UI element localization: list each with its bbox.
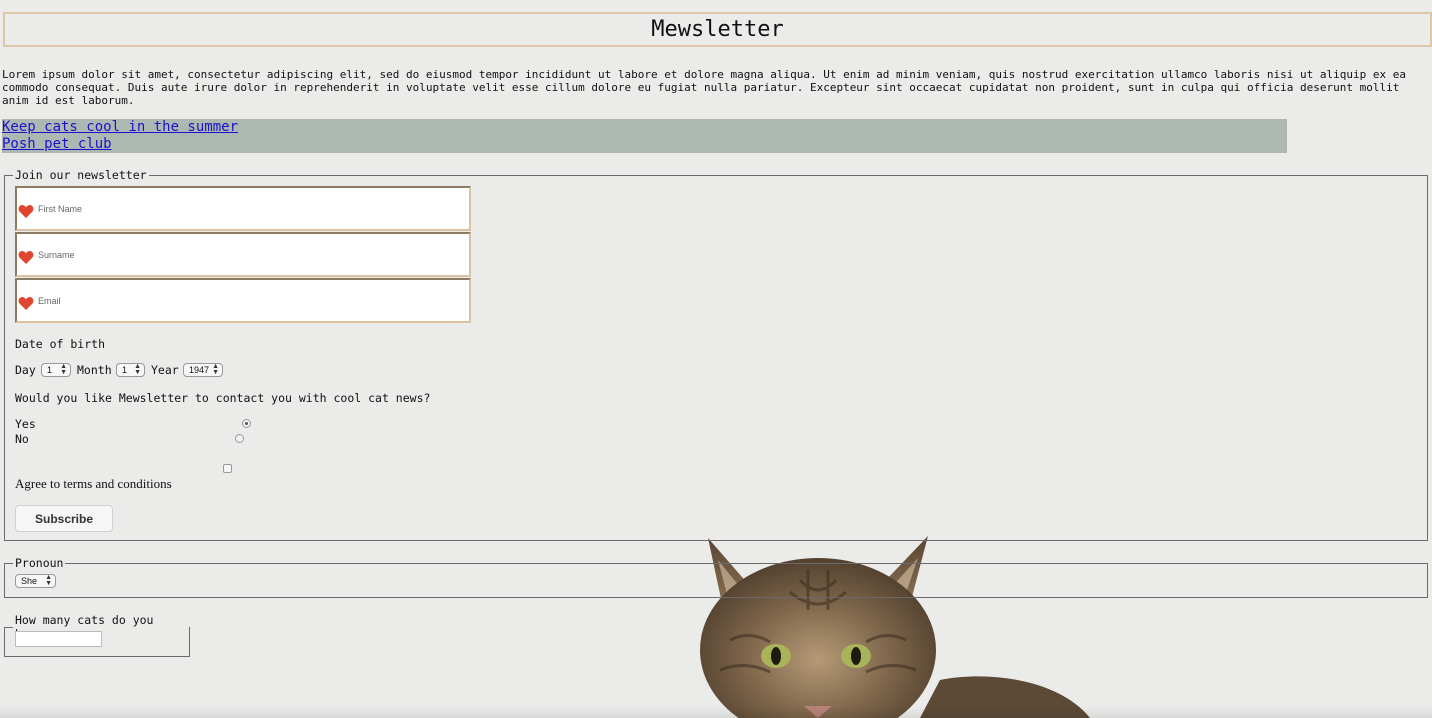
bottom-shadow bbox=[0, 706, 1432, 718]
heart-icon bbox=[18, 205, 34, 218]
nav-links: Keep cats cool in the summer Posh pet cl… bbox=[2, 119, 1287, 153]
year-select[interactable]: 1947 ▲ ▼ bbox=[183, 363, 223, 377]
select-arrows-icon: ▲ ▼ bbox=[45, 574, 52, 587]
heart-icon bbox=[18, 251, 34, 264]
year-label: Year bbox=[151, 363, 179, 377]
newsletter-legend: Join our newsletter bbox=[15, 168, 147, 182]
surname-field[interactable]: Surname bbox=[15, 232, 471, 277]
month-select[interactable]: 1 ▲ ▼ bbox=[116, 363, 145, 377]
year-select-value: 1947 bbox=[189, 365, 210, 375]
subscribe-button[interactable]: Subscribe bbox=[15, 505, 113, 532]
email-placeholder: Email bbox=[38, 296, 61, 306]
first-name-placeholder: First Name bbox=[38, 204, 83, 214]
day-select-value: 1 bbox=[47, 365, 53, 375]
pronoun-legend: Pronoun bbox=[15, 556, 64, 570]
day-select[interactable]: 1 ▲ ▼ bbox=[41, 363, 71, 377]
select-arrows-icon: ▲ ▼ bbox=[134, 363, 141, 376]
pronoun-select-value: She bbox=[21, 576, 38, 586]
yes-radio[interactable] bbox=[242, 419, 251, 428]
contact-question: Would you like Mewsletter to contact you… bbox=[15, 391, 431, 405]
pronoun-select[interactable]: She ▲ ▼ bbox=[15, 574, 56, 588]
select-arrows-icon: ▲ ▼ bbox=[212, 363, 219, 376]
yes-label: Yes bbox=[15, 417, 36, 431]
no-label: No bbox=[15, 432, 29, 446]
day-label: Day bbox=[15, 363, 36, 377]
page-title: Mewsletter bbox=[651, 17, 784, 42]
pronoun-fieldset: Pronoun bbox=[4, 556, 1428, 598]
no-radio[interactable] bbox=[235, 434, 244, 443]
dob-label: Date of birth bbox=[15, 337, 106, 351]
cats-count-input[interactable] bbox=[15, 631, 102, 647]
select-arrows-icon: ▲ ▼ bbox=[60, 363, 67, 376]
first-name-field[interactable]: First Name bbox=[15, 186, 471, 231]
terms-checkbox[interactable] bbox=[223, 464, 232, 473]
link-keep-cats-cool[interactable]: Keep cats cool in the summer bbox=[2, 119, 1287, 136]
intro-paragraph: Lorem ipsum dolor sit amet, consectetur … bbox=[2, 68, 1406, 107]
link-posh-pet-club[interactable]: Posh pet club bbox=[2, 136, 1287, 153]
month-select-value: 1 bbox=[122, 365, 128, 375]
email-field[interactable]: Email bbox=[15, 278, 471, 323]
page-header: Mewsletter bbox=[3, 12, 1432, 47]
heart-icon bbox=[18, 297, 34, 310]
month-label: Month bbox=[77, 363, 112, 377]
terms-label: Agree to terms and conditions bbox=[15, 476, 172, 491]
surname-placeholder: Surname bbox=[38, 250, 75, 260]
